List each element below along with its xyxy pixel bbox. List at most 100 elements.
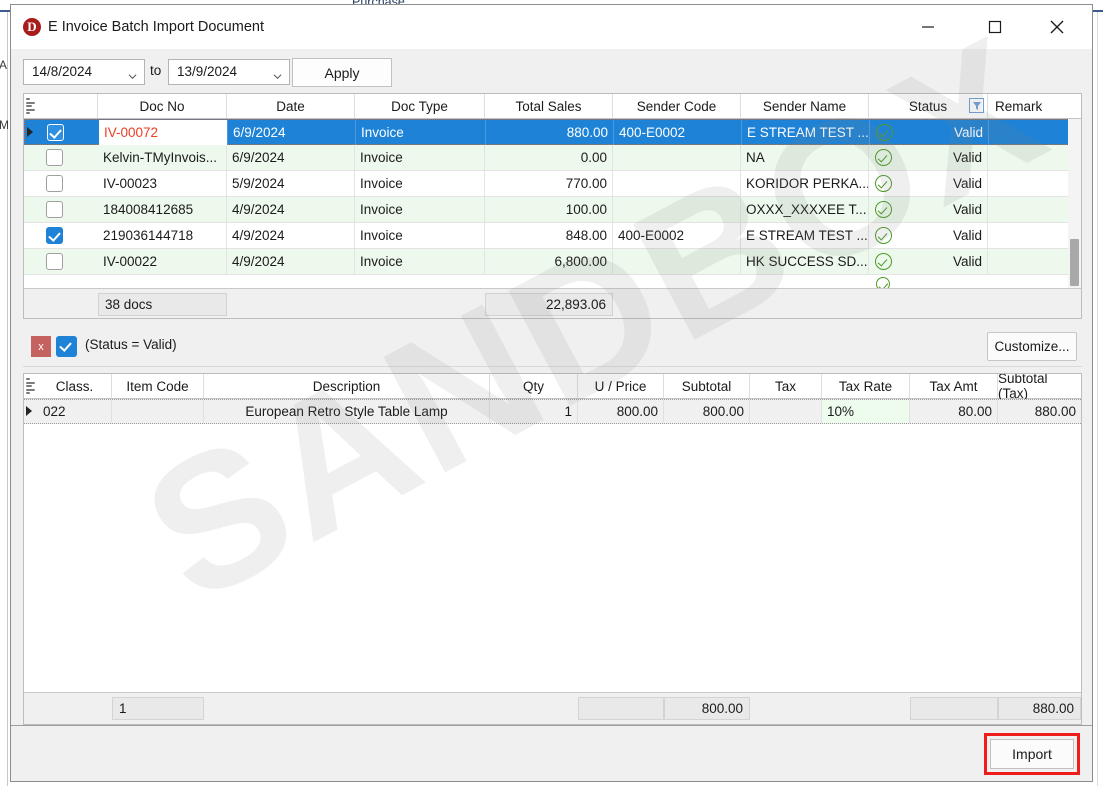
cell-subtotal-tax: 880.00 <box>1034 404 1076 419</box>
cell-doc-no: 219036144718 <box>98 223 227 248</box>
row-checkbox[interactable] <box>47 124 64 141</box>
grid-vertical-scrollbar[interactable] <box>1068 119 1081 289</box>
cell-total-sales: 100.00 <box>485 197 613 222</box>
date-to-value: 13/9/2024 <box>177 64 238 79</box>
filter-icon[interactable] <box>969 98 984 113</box>
cell-doc-type: Invoice <box>355 223 485 248</box>
cell-date: 5/9/2024 <box>227 171 355 196</box>
cell-status: Valid <box>869 249 988 274</box>
column-header-total-sales[interactable]: Total Sales <box>485 94 613 118</box>
table-row[interactable]: 184008412685 4/9/2024 Invoice 100.00 OXX… <box>24 197 1081 223</box>
filter-remove-button[interactable]: x <box>31 336 51 357</box>
row-indicator-icon <box>26 406 32 416</box>
cell-doc-type: Invoice <box>355 145 485 170</box>
cell-tax-rate: 10% <box>822 400 910 423</box>
table-row[interactable]: IV-00072 6/9/2024 Invoice 880.00 400-E00… <box>24 119 1081 145</box>
cell-total-sales: 848.00 <box>485 223 613 248</box>
minimize-button[interactable] <box>904 5 951 49</box>
column-header-remark[interactable]: Remark <box>988 94 1081 118</box>
cell-subtotal: 800.00 <box>664 400 750 423</box>
detail-summary-qty: 1 <box>112 697 204 720</box>
detail-summary-subtotal-tax: 880.00 <box>998 697 1081 720</box>
maximize-button[interactable] <box>971 5 1018 49</box>
detail-table-row[interactable]: 022 European Retro Style Table Lamp 1 80… <box>24 399 1081 424</box>
filter-expression-bar: x (Status = Valid) Customize... <box>23 328 1082 367</box>
cell-status: Valid <box>869 171 988 196</box>
apply-button[interactable]: Apply <box>292 58 392 87</box>
table-row[interactable]: Kelvin-TMyInvois... 6/9/2024 Invoice 0.0… <box>24 145 1081 171</box>
cell-total-sales: 0.00 <box>485 145 613 170</box>
cell-sender-code <box>613 197 741 222</box>
column-header-subtotal-tax[interactable]: Subtotal (Tax) <box>998 374 1081 401</box>
detail-grid-empty-area <box>24 425 1081 691</box>
documents-grid: Doc No Date Doc Type Total Sales Sender … <box>23 93 1082 319</box>
row-checkbox[interactable] <box>46 149 63 166</box>
import-button[interactable]: Import <box>990 739 1074 769</box>
column-header-qty[interactable]: Qty <box>490 374 578 398</box>
column-header-subtotal[interactable]: Subtotal <box>664 374 750 398</box>
date-to-picker[interactable]: 13/9/2024 <box>168 59 290 85</box>
cell-status: Valid <box>869 197 988 222</box>
date-from-picker[interactable]: 14/8/2024 <box>23 59 145 85</box>
detail-summary-tax-amt-slot <box>910 697 998 720</box>
row-checkbox[interactable] <box>46 227 63 244</box>
background-left-letter-1: A <box>0 58 8 72</box>
table-row[interactable]: 219036144718 4/9/2024 Invoice 848.00 400… <box>24 223 1081 249</box>
column-header-date[interactable]: Date <box>227 94 355 118</box>
cell-sender-code: 400-E0002 <box>613 223 741 248</box>
row-checkbox[interactable] <box>46 175 63 192</box>
import-dialog: D E Invoice Batch Import Document 14/8/2… <box>10 4 1093 782</box>
detail-summary-unit-price-slot <box>578 697 664 720</box>
cell-status: Valid <box>869 223 988 248</box>
row-checkbox[interactable] <box>46 201 63 218</box>
cell-status: Valid <box>870 120 989 145</box>
column-header-description[interactable]: Description <box>204 374 490 398</box>
cell-doc-no: Kelvin-TMyInvois... <box>98 145 227 170</box>
column-header-unit-price[interactable]: U / Price <box>578 374 664 398</box>
column-header-tax-amt[interactable]: Tax Amt <box>910 374 998 398</box>
cell-sender-code <box>613 145 741 170</box>
background-right-panel <box>1093 12 1103 786</box>
cell-sender-name: NA <box>741 145 869 170</box>
column-header-sender-name[interactable]: Sender Name <box>741 94 869 118</box>
column-header-item-code[interactable]: Item Code <box>112 374 204 398</box>
import-button-highlight: Import <box>984 733 1080 775</box>
table-row[interactable]: IV-00022 4/9/2024 Invoice 6,800.00 HK SU… <box>24 249 1081 275</box>
column-header-tax[interactable]: Tax <box>750 374 822 398</box>
column-header-class[interactable]: Class. <box>38 374 112 398</box>
row-checkbox[interactable] <box>46 253 63 270</box>
filter-toolbar: 14/8/2024 to 13/9/2024 Apply <box>11 49 1092 95</box>
close-button[interactable] <box>1033 5 1080 49</box>
cell-doc-no: 184008412685 <box>98 197 227 222</box>
background-right-divider <box>1097 12 1098 786</box>
column-header-tax-rate[interactable]: Tax Rate <box>822 374 910 398</box>
cell-unit-price: 800.00 <box>578 400 664 423</box>
cell-date: 4/9/2024 <box>227 249 355 274</box>
cell-sender-code <box>613 249 741 274</box>
cell-qty: 1 <box>490 400 578 423</box>
column-header-sender-code[interactable]: Sender Code <box>613 94 741 118</box>
cell-total-sales: 770.00 <box>485 171 613 196</box>
filter-enable-checkbox[interactable] <box>56 336 77 357</box>
documents-grid-header: Doc No Date Doc Type Total Sales Sender … <box>24 94 1081 119</box>
cell-doc-type: Invoice <box>355 249 485 274</box>
cell-date: 4/9/2024 <box>227 223 355 248</box>
grid-summary-row: 38 docs 22,893.06 <box>24 288 1081 318</box>
cell-tax <box>750 400 822 423</box>
column-header-doc-type[interactable]: Doc Type <box>355 94 485 118</box>
table-row[interactable]: IV-00023 5/9/2024 Invoice 770.00 KORIDOR… <box>24 171 1081 197</box>
column-header-doc-no[interactable]: Doc No <box>98 94 227 118</box>
grid-menu-icon[interactable] <box>26 378 35 394</box>
cell-sender-name: KORIDOR PERKA... <box>741 171 869 196</box>
grid-menu-icon[interactable] <box>26 98 35 114</box>
cell-doc-type: Invoice <box>355 171 485 196</box>
table-row-partial[interactable] <box>24 275 1081 291</box>
scrollbar-thumb[interactable] <box>1070 239 1079 286</box>
cell-tax-amt: 80.00 <box>910 400 998 423</box>
cell-doc-no: IV-00072 <box>99 120 228 145</box>
filter-expression-text: (Status = Valid) <box>85 337 177 352</box>
detail-grid-header: Class. Item Code Description Qty U / Pri… <box>24 374 1081 401</box>
customize-button[interactable]: Customize... <box>987 332 1077 361</box>
column-header-check[interactable] <box>38 94 98 118</box>
app-logo-d-icon: D <box>23 18 41 36</box>
